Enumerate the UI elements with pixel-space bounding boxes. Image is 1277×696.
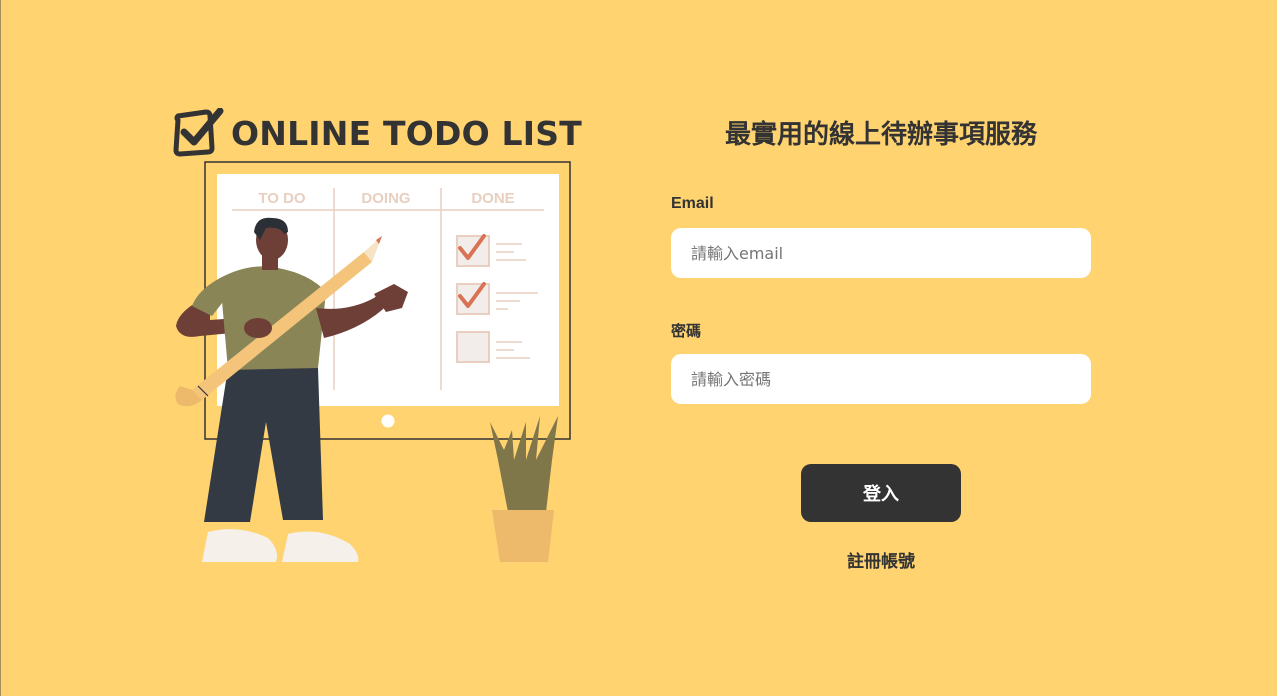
column-todo: TO DO (258, 190, 306, 207)
todo-board-illustration: TO DO DOING DONE (175, 161, 571, 562)
signup-link[interactable]: 註冊帳號 (801, 547, 961, 572)
login-page: ONLINE TODO LIST TO DO DOING DONE 最實用的線上… (0, 0, 1277, 696)
checkbox-check-icon (173, 108, 224, 157)
password-input[interactable] (671, 354, 1091, 404)
app-logo: ONLINE TODO LIST (172, 108, 582, 158)
board-button (381, 414, 395, 428)
logo-text: ONLINE TODO LIST (231, 113, 582, 153)
potted-plant (490, 416, 558, 562)
column-doing: DOING (361, 190, 410, 207)
password-label: 密碼 (671, 322, 702, 340)
page-heading: 最實用的線上待辦事項服務 (724, 120, 1037, 150)
email-input[interactable] (671, 228, 1091, 278)
column-done: DONE (471, 190, 514, 207)
login-button[interactable]: 登入 (801, 464, 961, 522)
email-label: Email (671, 195, 714, 212)
window-edge (0, 0, 1, 696)
